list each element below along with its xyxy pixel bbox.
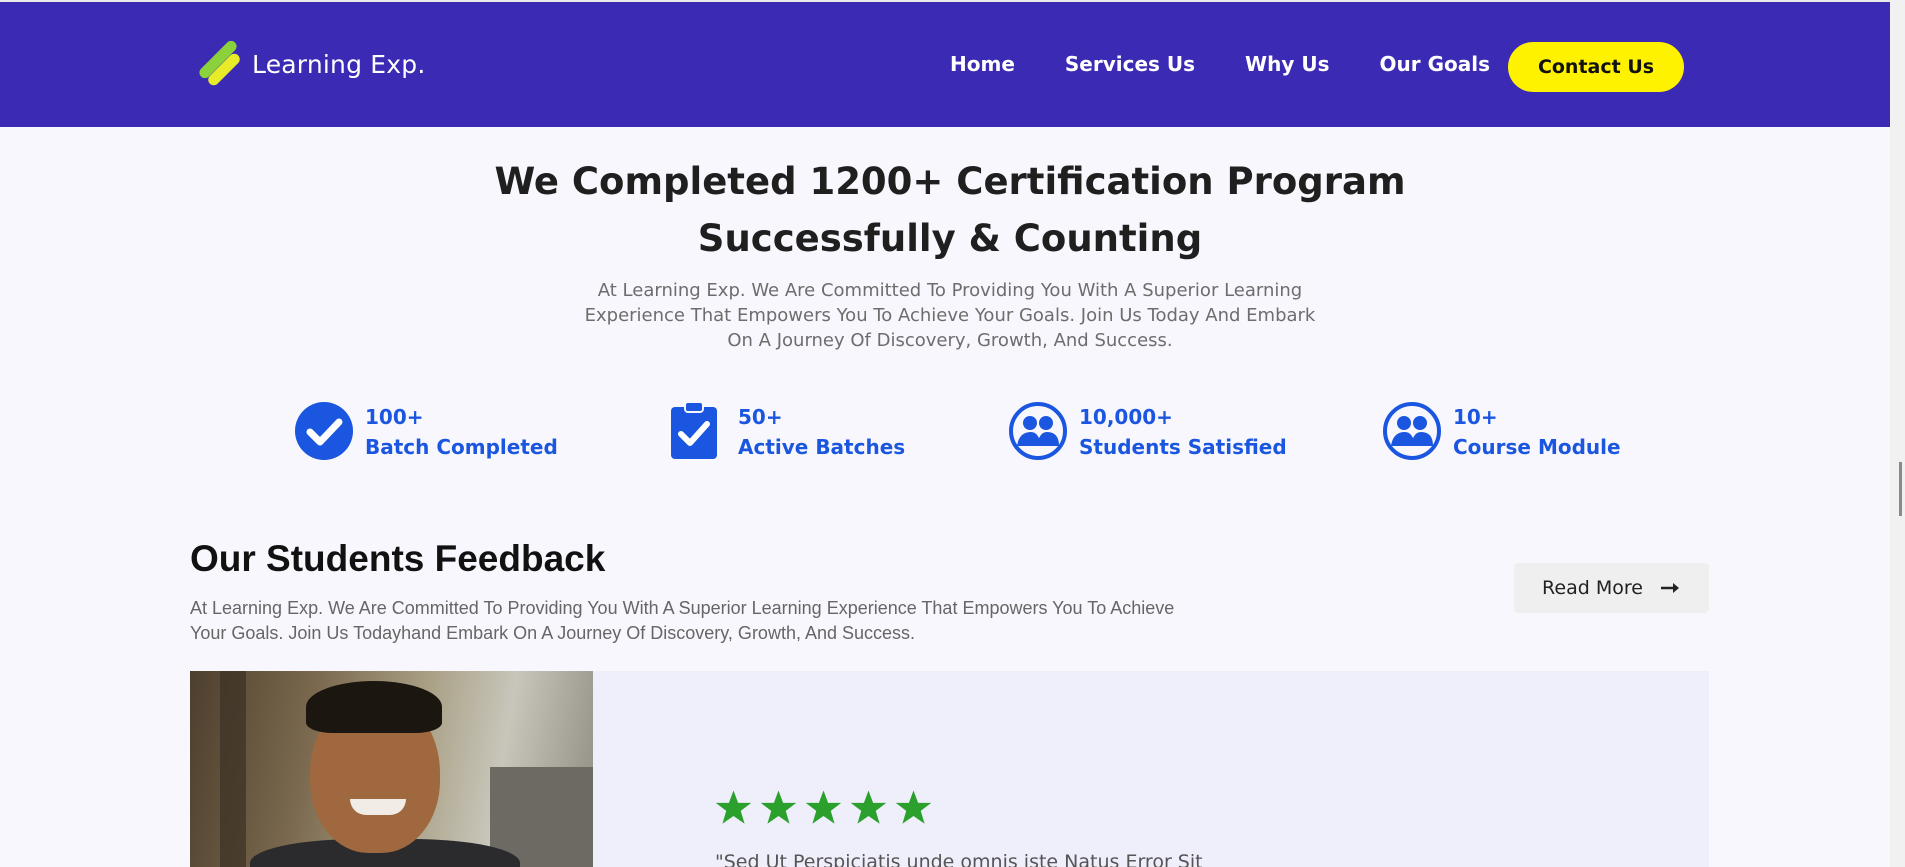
student-photo — [190, 671, 593, 867]
users-icon — [1383, 402, 1441, 460]
stat-active-batches: 50+ Active Batches — [668, 402, 905, 462]
testimonial-quote: "Sed Ut Perspiciatis unde omnis iste Nat… — [715, 851, 1203, 867]
star-rating — [715, 789, 932, 826]
title-line-1: We Completed 1200+ Certification Program — [494, 160, 1406, 203]
logo-text: Learning Exp. — [252, 49, 426, 79]
star-icon — [715, 790, 752, 824]
stat-batch-completed: 100+ Batch Completed — [295, 402, 558, 462]
clipboard-check-icon — [671, 402, 717, 459]
stat-value: 50+ — [738, 405, 783, 429]
check-circle-icon — [295, 402, 353, 460]
stat-value: 10+ — [1453, 405, 1498, 429]
contact-us-button[interactable]: Contact Us — [1508, 42, 1684, 92]
stat-students-satisfied: 10,000+ Students Satisfied — [1009, 402, 1287, 462]
logo[interactable]: Learning Exp. — [190, 38, 426, 88]
arrow-right-icon — [1660, 583, 1679, 593]
logo-icon — [190, 38, 243, 88]
stat-value: 100+ — [365, 405, 424, 429]
main-nav: Home Services Us Why Us Our Goals — [950, 52, 1490, 76]
testimonial-card: "Sed Ut Perspiciatis unde omnis iste Nat… — [190, 671, 1709, 867]
nav-our-goals[interactable]: Our Goals — [1380, 52, 1490, 76]
feedback-title: Our Students Feedback — [190, 538, 606, 579]
star-icon — [850, 790, 887, 824]
nav-why-us[interactable]: Why Us — [1245, 52, 1329, 76]
stat-value: 10,000+ — [1079, 405, 1173, 429]
scrollbar[interactable] — [1890, 0, 1905, 867]
star-icon — [760, 790, 797, 824]
stat-label: Course Module — [1453, 435, 1621, 459]
read-more-button[interactable]: Read More — [1514, 563, 1709, 613]
title-line-2: Successfully & Counting — [697, 217, 1203, 260]
feedback-subtitle: At Learning Exp. We Are Committed To Pro… — [190, 598, 1175, 643]
nav-home[interactable]: Home — [950, 52, 1015, 76]
site-header: Learning Exp. Home Services Us Why Us Ou… — [0, 0, 1900, 127]
page-title: We Completed 1200+ Certification Program… — [0, 153, 1900, 267]
hero-subtitle: At Learning Exp. We Are Committed To Pro… — [584, 280, 1316, 351]
scrollbar-thumb[interactable] — [1899, 462, 1902, 516]
users-icon — [1009, 402, 1067, 460]
star-icon — [805, 790, 842, 824]
stat-label: Students Satisfied — [1079, 435, 1287, 459]
stat-course-module: 10+ Course Module — [1383, 402, 1621, 462]
star-icon — [895, 790, 932, 824]
nav-services[interactable]: Services Us — [1065, 52, 1195, 76]
read-more-label: Read More — [1542, 577, 1643, 599]
stat-label: Active Batches — [738, 435, 906, 459]
stat-label: Batch Completed — [365, 435, 558, 459]
